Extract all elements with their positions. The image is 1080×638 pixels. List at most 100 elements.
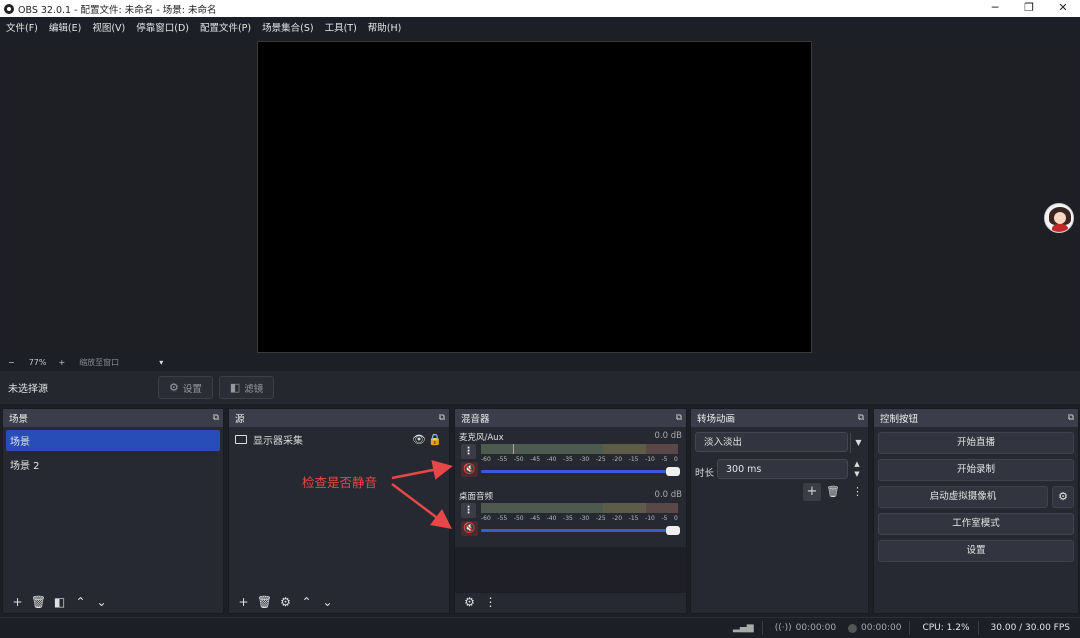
properties-label: 设置 [182,383,202,395]
mute-speaker-icon[interactable]: 🔇 [461,462,478,477]
menu-scene-collection[interactable]: 场景集合(S) [262,20,313,34]
transition-select[interactable]: 淡入淡出 [695,432,848,452]
mixer-channels: 麦克风/Aux 0.0 dB ⋮ -60 -55 -50 -45 -40 -35 -30 -2… [455,427,686,593]
undock-icon[interactable]: ⧉ [213,413,219,423]
source-properties-button[interactable]: ⚙ 设置 [158,376,213,399]
chevron-down-icon[interactable]: ▼ [850,433,866,453]
kebab-icon[interactable]: ⋮ [461,503,476,518]
preview-canvas[interactable] [257,41,812,353]
menu-profile[interactable]: 配置文件(P) [200,20,251,34]
kebab-icon[interactable]: ⋮ [852,485,863,498]
cpu-usage: CPU: 1.2% [922,623,970,633]
status-bar: ▂▄▆ ((·)) 00:00:00 00:00:00 CPU: 1.2% 30.… [0,617,1080,638]
minimize-button[interactable]: ─ [978,0,1012,17]
eye-icon[interactable]: 👁 [411,433,427,446]
scene-item[interactable]: 场景 2 [6,454,220,475]
arrow-down-icon[interactable]: ⌄ [317,595,338,609]
floating-avatar[interactable] [1044,203,1074,233]
sources-dock: 源 ⧉ 显示器采集 👁 🔒 + 🗑 ⚙ ⌃ ⌄ [228,408,450,614]
kebab-icon[interactable]: ⋮ [480,595,501,609]
duration-input[interactable]: 300 ms [717,459,848,479]
scenes-list: 场景 场景 2 [3,427,223,591]
zoom-out-button[interactable]: − [8,358,15,367]
source-item[interactable]: 显示器采集 👁 🔒 [229,429,449,449]
filter-icon[interactable]: ◧ [49,595,70,609]
channel-db: 0.0 dB [654,431,682,441]
undock-icon[interactable]: ⧉ [1068,413,1074,423]
scenes-dock: 场景 ⧉ 场景 场景 2 + 🗑 ◧ ⌃ ⌄ [2,408,224,614]
zoom-level: 77% [28,358,47,367]
stream-time: 00:00:00 [795,623,837,633]
slider-handle[interactable] [666,467,680,476]
mixer-toolbar: ⚙ ⋮ [455,591,686,613]
record-dot-icon [848,623,858,633]
menu-view[interactable]: 视图(V) [92,20,125,34]
channel-header: 麦克风/Aux 0.0 dB [459,431,682,443]
menu-file[interactable]: 文件(F) [6,20,38,34]
gear-icon[interactable]: ⚙ [275,595,296,609]
mute-speaker-icon[interactable]: 🔇 [461,521,478,536]
start-recording-button[interactable]: 开始录制 [878,459,1074,481]
zoom-fit-label[interactable]: 缩放至窗口 [79,357,119,368]
arrow-up-icon[interactable]: ⌃ [296,595,317,609]
no-source-label: 未选择源 [8,384,48,395]
avatar-face [1054,212,1066,224]
studio-mode-button[interactable]: 工作室模式 [878,513,1074,535]
volume-slider[interactable] [481,467,680,476]
record-time: 00:00:00 [861,623,902,633]
mixer-dock: 混音器 ⧉ 麦克风/Aux 0.0 dB ⋮ -60 -55 -50 -45 -40 -3… [454,408,687,614]
close-button[interactable]: ✕ [1046,0,1080,17]
obs-logo-icon [4,3,14,14]
slider-handle[interactable] [666,526,680,535]
record-status: 00:00:00 [848,623,901,633]
menu-docks[interactable]: 停靠窗口(D) [136,20,189,34]
undock-icon[interactable]: ⧉ [858,413,864,423]
plus-icon[interactable]: + [803,483,821,501]
start-virtual-camera-button[interactable]: 启动虚拟摄像机 [878,486,1048,508]
settings-button[interactable]: 设置 [878,540,1074,562]
sources-list: 显示器采集 👁 🔒 [229,427,449,591]
undock-icon[interactable]: ⧉ [676,413,682,423]
arrow-up-icon[interactable]: ⌃ [70,595,91,609]
channel-header: 桌面音频 0.0 dB [459,490,682,502]
zoom-bar: − 77% + 缩放至窗口 ▾ [0,355,1080,370]
mixer-channel-mic: 麦克风/Aux 0.0 dB ⋮ -60 -55 -50 -45 -40 -35 -30 -2… [459,431,682,483]
controls-title: 控制按钮 [880,414,919,425]
sources-title: 源 [235,414,245,425]
channel-name: 麦克风/Aux [459,433,504,443]
undock-icon[interactable]: ⧉ [439,413,445,423]
kebab-icon[interactable]: ⋮ [461,444,476,459]
menu-edit[interactable]: 编辑(E) [49,20,81,34]
zoom-in-button[interactable]: + [58,358,65,367]
transitions-dock: 转场动画 ⧉ 淡入淡出 ▼ 时长 300 ms ▲ ▼ + 🗑 ⋮ [690,408,869,614]
meter-scale: -60 -55 -50 -45 -40 -35 -30 -25 -20 -15 -10 -5 0 [481,515,678,522]
volume-slider[interactable] [481,526,680,535]
gear-icon[interactable]: ⚙ [1052,486,1074,508]
arrow-down-icon[interactable]: ⌄ [91,595,112,609]
trash-icon[interactable]: 🗑 [28,595,49,609]
advanced-audio-gear-icon[interactable]: ⚙ [459,595,480,609]
lock-icon[interactable]: 🔒 [427,433,443,446]
channel-name: 桌面音频 [459,492,494,502]
plus-icon[interactable]: + [7,595,28,609]
start-streaming-button[interactable]: 开始直播 [878,432,1074,454]
trash-icon[interactable]: 🗑 [826,485,840,498]
zoom-dropdown-icon[interactable]: ▾ [159,358,163,367]
mixer-channel-desktop: 桌面音频 0.0 dB ⋮ -60 -55 -50 -45 -40 -35 -30 -25 -2… [459,490,682,542]
volume-meter [481,444,678,454]
scene-item[interactable]: 场景 [6,430,220,451]
trash-icon[interactable]: 🗑 [254,595,275,609]
title-bar: OBS 32.0.1 - 配置文件: 未命名 - 场景: 未命名 ─ ❐ ✕ [0,0,1080,17]
plus-icon[interactable]: + [233,595,254,609]
source-filters-button[interactable]: ◧ 滤镜 [218,376,275,399]
duration-label: 时长 [695,468,715,479]
menu-bar: 文件(F) 编辑(E) 视图(V) 停靠窗口(D) 配置文件(P) 场景集合(S… [0,17,1080,36]
channel-db: 0.0 dB [654,490,682,500]
maximize-button[interactable]: ❐ [1012,0,1046,17]
scenes-dock-header: 场景 ⧉ [3,409,223,427]
monitor-icon [235,434,247,444]
menu-tools[interactable]: 工具(T) [325,20,357,34]
menu-help[interactable]: 帮助(H) [368,20,402,34]
controls-dock: 控制按钮 ⧉ 开始直播 开始录制 启动虚拟摄像机 ⚙ 工作室模式 设置 [873,408,1079,614]
duration-stepper[interactable]: ▲ ▼ [850,459,864,479]
